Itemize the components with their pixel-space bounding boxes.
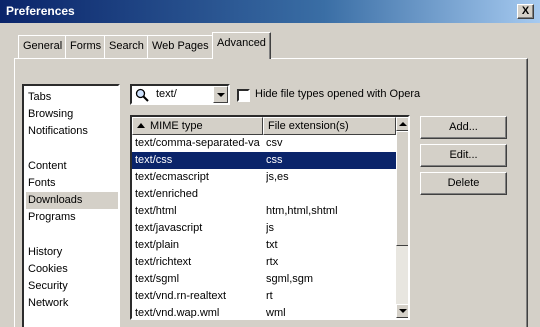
sidebar-item-history[interactable]: History xyxy=(26,244,118,261)
table-header: MIME type File extension(s) xyxy=(132,117,396,135)
sidebar-item-notifications[interactable]: Notifications xyxy=(26,123,118,140)
table-row[interactable]: text/vnd.rn-realtext rt xyxy=(132,288,396,305)
sidebar-item-fonts[interactable]: Fonts xyxy=(26,175,118,192)
sidebar-item-network[interactable]: Network xyxy=(26,295,118,312)
table-row[interactable]: text/comma-separated-val... csv xyxy=(132,135,396,152)
title-bar: Preferences X xyxy=(0,0,540,24)
hide-file-types-label[interactable]: Hide file types opened with Opera xyxy=(255,88,420,100)
scroll-down-button[interactable] xyxy=(396,304,408,318)
table-row[interactable]: text/plain txt xyxy=(132,237,396,254)
mime-type-table[interactable]: MIME type File extension(s) text/comma-s… xyxy=(130,115,410,320)
scroll-thumb[interactable] xyxy=(396,131,408,246)
category-list[interactable]: Tabs Browsing Notifications Content Font… xyxy=(22,84,120,327)
sidebar-item-browsing[interactable]: Browsing xyxy=(26,106,118,123)
tab-advanced[interactable]: Advanced xyxy=(212,32,271,59)
sidebar-item-downloads[interactable]: Downloads xyxy=(26,192,118,209)
chevron-down-icon[interactable] xyxy=(213,86,228,103)
sidebar-item-tabs[interactable]: Tabs xyxy=(26,89,118,106)
add-button[interactable]: Add... xyxy=(420,116,507,139)
window-title: Preferences xyxy=(6,4,75,18)
mime-filter-combo[interactable]: text/ xyxy=(130,84,230,105)
sidebar-item-programs[interactable]: Programs xyxy=(26,209,118,226)
delete-button[interactable]: Delete xyxy=(420,172,507,195)
sort-ascending-icon xyxy=(137,123,145,128)
table-row[interactable]: text/html htm,html,shtml xyxy=(132,203,396,220)
close-button[interactable]: X xyxy=(517,4,534,19)
table-row[interactable]: text/ecmascript js,es xyxy=(132,169,396,186)
search-icon xyxy=(135,88,149,102)
category-divider xyxy=(24,148,118,149)
table-row[interactable]: text/javascript js xyxy=(132,220,396,237)
table-scrollbar[interactable] xyxy=(396,117,408,318)
tab-web-pages[interactable]: Web Pages xyxy=(147,35,214,58)
mime-type-column-header[interactable]: MIME type xyxy=(132,117,263,135)
file-extension-column-header[interactable]: File extension(s) xyxy=(263,117,396,135)
scroll-up-button[interactable] xyxy=(396,117,408,131)
table-row[interactable]: text/enriched xyxy=(132,186,396,203)
table-row[interactable]: text/vnd.wap.wml wml xyxy=(132,305,396,318)
sidebar-item-content[interactable]: Content xyxy=(26,158,118,175)
hide-file-types-checkbox[interactable] xyxy=(237,89,250,102)
tab-search[interactable]: Search xyxy=(104,35,149,58)
table-row[interactable]: text/css css xyxy=(132,152,396,169)
sidebar-item-cookies[interactable]: Cookies xyxy=(26,261,118,278)
table-row[interactable]: text/richtext rtx xyxy=(132,254,396,271)
tab-forms[interactable]: Forms xyxy=(65,35,107,58)
edit-button[interactable]: Edit... xyxy=(420,144,507,167)
sidebar-item-security[interactable]: Security xyxy=(26,278,118,295)
mime-filter-value[interactable]: text/ xyxy=(156,88,177,100)
category-divider xyxy=(24,234,118,235)
tab-general[interactable]: General xyxy=(18,35,68,58)
table-row[interactable]: text/sgml sgml,sgm xyxy=(132,271,396,288)
